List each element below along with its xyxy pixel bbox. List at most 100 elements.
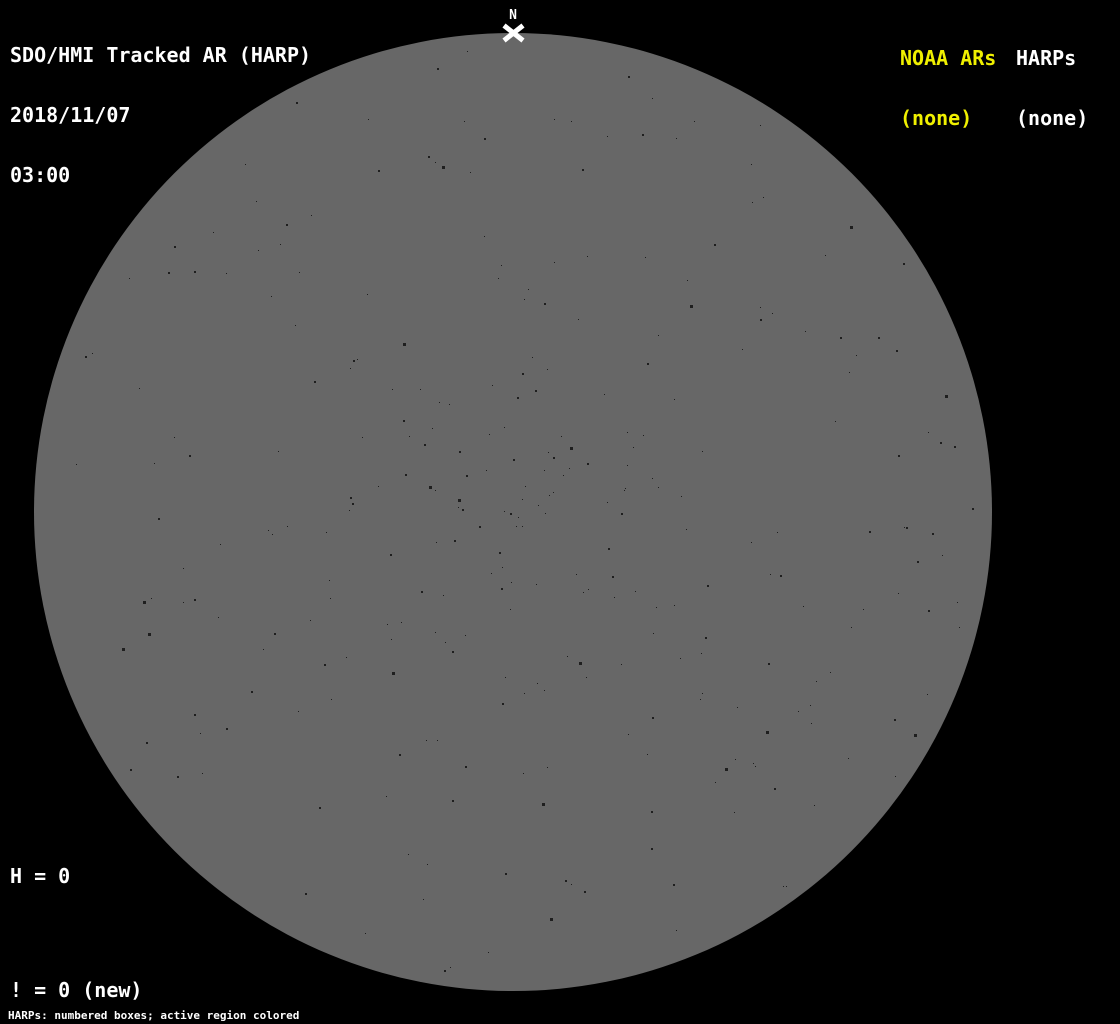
sunspot-speck [168, 272, 170, 274]
sunspot-speck [183, 602, 184, 603]
sunspot-speck [466, 475, 468, 477]
sunspot-speck [554, 262, 555, 263]
sunspot-speck [707, 585, 709, 587]
sunspot-speck [298, 711, 299, 712]
sunspot-speck [652, 478, 653, 479]
sunspot-speck [378, 170, 380, 172]
sunspot-speck [701, 653, 702, 654]
sunspot-speck [681, 496, 682, 497]
sunspot-speck [362, 437, 363, 438]
sunspot-speck [226, 273, 227, 274]
sunspot-speck [628, 734, 629, 735]
sunspot-speck [458, 499, 461, 502]
sunspot-speck [437, 68, 439, 70]
sunspot-speck [914, 734, 917, 737]
sunspot-speck [550, 918, 553, 921]
sunspot-speck [517, 397, 519, 399]
sunspot-speck [751, 164, 752, 165]
sunspot-speck [895, 776, 896, 777]
sunspot-speck [424, 444, 426, 446]
noaa-ars-label: NOAA ARs [900, 46, 997, 70]
sunspot-speck [772, 313, 773, 314]
sunspot-speck [582, 169, 584, 171]
sunspot-speck [547, 369, 548, 370]
sunspot-speck [553, 492, 554, 493]
sunspot-speck [484, 236, 485, 237]
sunspot-speck [734, 812, 735, 813]
sunspot-speck [544, 470, 545, 471]
plot-title: SDO/HMI Tracked AR (HARP) [10, 43, 312, 67]
sunspot-speck [445, 642, 446, 643]
sunspot-speck [805, 331, 806, 332]
sunspot-speck [92, 353, 93, 354]
sunspot-speck [674, 605, 675, 606]
sunspot-speck [928, 432, 929, 433]
sunspot-speck [607, 136, 608, 137]
sunspot-speck [700, 699, 701, 700]
sunspot-speck [972, 508, 974, 510]
sunspot-speck [547, 767, 548, 768]
sunspot-speck [624, 490, 625, 491]
sunspot-speck [528, 289, 529, 290]
sunspot-speck [612, 576, 614, 578]
sunspot-speck [851, 627, 852, 628]
sunspot-speck [783, 886, 784, 887]
plot-date: 2018/11/07 [10, 103, 131, 127]
sunspot-speck [715, 782, 716, 783]
sunspot-speck [588, 589, 589, 590]
sunspot-speck [545, 513, 546, 514]
sunspot-speck [504, 427, 505, 428]
sunspot-speck [510, 609, 511, 610]
sunspot-speck [554, 119, 555, 120]
sunspot-speck [894, 719, 896, 721]
sunspot-speck [753, 763, 754, 764]
sunspot-speck [129, 278, 130, 279]
sunspot-speck [367, 294, 368, 295]
sunspot-speck [942, 555, 943, 556]
plot-time: 03:00 [10, 163, 71, 187]
sunspot-speck [742, 349, 743, 350]
north-pole-label: N [509, 8, 517, 23]
sunspot-speck [780, 575, 782, 577]
sunspot-speck [154, 463, 155, 464]
sunspot-speck [202, 773, 203, 774]
sunspot-speck [122, 648, 125, 651]
sunspot-speck [705, 637, 707, 639]
sunspot-speck [408, 854, 409, 855]
sunspot-speck [957, 602, 958, 603]
sunspot-speck [392, 672, 395, 675]
sunspot-speck [365, 933, 366, 934]
sunspot-speck [130, 769, 132, 771]
sunspot-speck [357, 359, 358, 360]
sunspot-speck [621, 664, 622, 665]
sunspot-speck [151, 598, 152, 599]
sunspot-speck [627, 432, 628, 433]
sunspot-speck [524, 693, 525, 694]
sunspot-speck [516, 526, 517, 527]
sunspot-speck [536, 584, 537, 585]
sunspot-speck [311, 215, 312, 216]
sunspot-speck [314, 381, 316, 383]
sunspot-speck [278, 451, 279, 452]
sunspot-speck [940, 442, 942, 444]
sunspot-speck [268, 530, 269, 531]
sunspot-speck [505, 873, 507, 875]
sunspot-speck [467, 51, 468, 52]
sunspot-speck [768, 663, 770, 665]
sunspot-speck [368, 119, 369, 120]
sunspot-speck [403, 420, 405, 422]
legend-harp-count: H = 0 [10, 864, 71, 888]
sunspot-speck [676, 930, 677, 931]
sunspot-speck [635, 591, 636, 592]
sunspot-speck [587, 256, 588, 257]
sunspot-speck [386, 796, 387, 797]
sunspot-speck [458, 507, 459, 508]
sunspot-speck [258, 250, 259, 251]
sunspot-speck [651, 811, 653, 813]
sunspot-speck [462, 509, 464, 511]
sunspot-speck [816, 681, 817, 682]
sunspot-speck [565, 880, 567, 882]
sunspot-speck [777, 532, 778, 533]
sunspot-speck [737, 707, 738, 708]
sunspot-speck [751, 542, 752, 543]
